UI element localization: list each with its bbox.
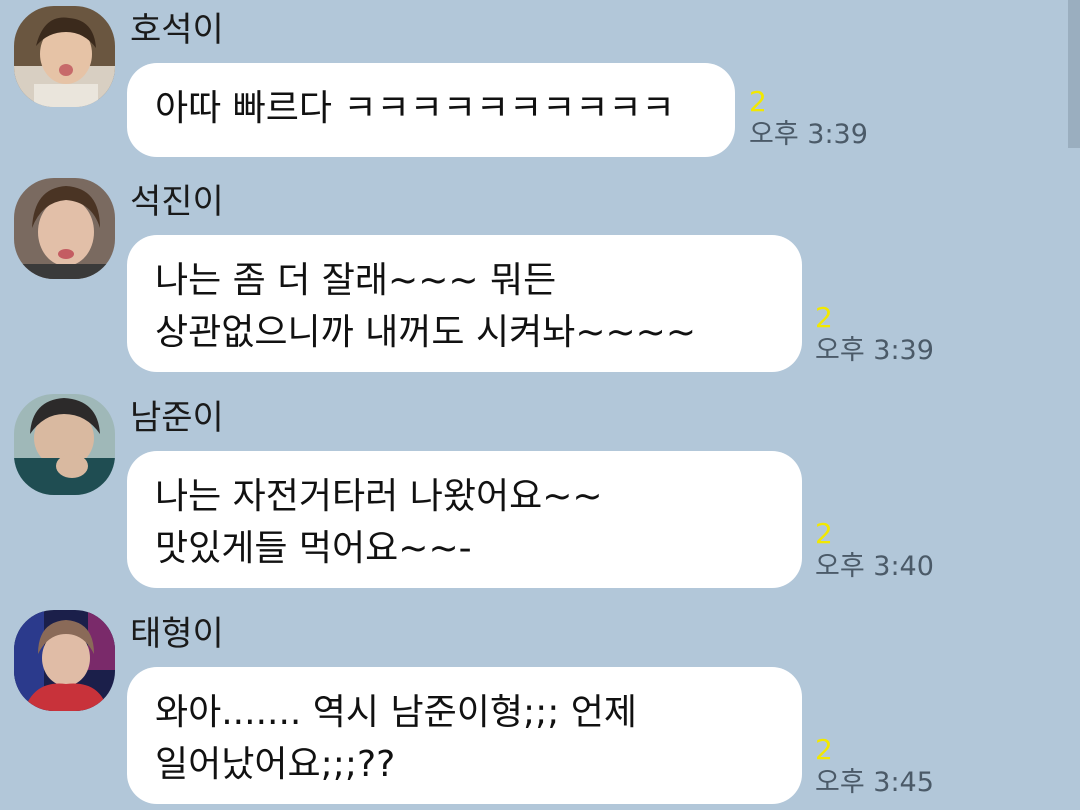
chat-room[interactable]: 호석이 아따 빠르다 ㅋㅋㅋㅋㅋㅋㅋㅋㅋㅋ 2 오후 3:39 석진이 나는 좀…	[0, 0, 1080, 810]
unread-count: 2	[815, 517, 833, 550]
scrollbar[interactable]	[1068, 0, 1080, 148]
message-meta: 2 오후 3:39	[815, 302, 934, 368]
message-text: 나는 자전거타러 나왔어요~~	[155, 476, 603, 517]
avatar[interactable]	[14, 610, 115, 711]
profile-photo-icon	[14, 394, 115, 495]
profile-photo-icon	[14, 610, 115, 711]
message-time: 오후 3:39	[749, 119, 868, 150]
message-item: 태형이 와아....... 역시 남준이형;;; 언제 일어났어요;;;?? 2…	[0, 610, 1060, 810]
sender-name: 태형이	[130, 614, 224, 654]
message-text: 와아....... 역시 남준이형;;; 언제	[155, 692, 638, 733]
message-meta: 2 오후 3:45	[815, 734, 934, 800]
profile-photo-icon	[14, 6, 115, 107]
unread-count: 2	[815, 733, 833, 766]
message-text: 나는 좀 더 잘래~~~ 뭐든	[155, 260, 557, 301]
profile-photo-icon	[14, 178, 115, 279]
sender-name: 호석이	[130, 10, 224, 50]
message-item: 호석이 아따 빠르다 ㅋㅋㅋㅋㅋㅋㅋㅋㅋㅋ 2 오후 3:39	[0, 6, 1060, 157]
avatar[interactable]	[14, 6, 115, 107]
message-bubble[interactable]: 아따 빠르다 ㅋㅋㅋㅋㅋㅋㅋㅋㅋㅋ	[127, 63, 735, 157]
message-bubble[interactable]: 나는 좀 더 잘래~~~ 뭐든 상관없으니까 내꺼도 시켜놔~~~~	[127, 235, 802, 372]
unread-count: 2	[815, 301, 833, 334]
message-text: 일어났어요;;;??	[155, 744, 396, 785]
message-item: 남준이 나는 자전거타러 나왔어요~~ 맛있게들 먹어요~~- 2 오후 3:4…	[0, 394, 1060, 594]
sender-name: 석진이	[130, 182, 224, 222]
message-time: 오후 3:39	[815, 335, 934, 366]
message-time: 오후 3:40	[815, 551, 934, 582]
unread-count: 2	[749, 85, 767, 118]
message-text: 아따 빠르다 ㅋㅋㅋㅋㅋㅋㅋㅋㅋㅋ	[155, 88, 675, 129]
message-bubble[interactable]: 나는 자전거타러 나왔어요~~ 맛있게들 먹어요~~-	[127, 451, 802, 588]
sender-name: 남준이	[130, 398, 224, 438]
message-item: 석진이 나는 좀 더 잘래~~~ 뭐든 상관없으니까 내꺼도 시켜놔~~~~ 2…	[0, 178, 1060, 378]
avatar[interactable]	[14, 178, 115, 279]
message-bubble[interactable]: 와아....... 역시 남준이형;;; 언제 일어났어요;;;??	[127, 667, 802, 804]
message-meta: 2 오후 3:40	[815, 518, 934, 584]
message-text: 맛있게들 먹어요~~-	[155, 528, 472, 569]
message-text: 상관없으니까 내꺼도 시켜놔~~~~	[155, 312, 696, 353]
avatar[interactable]	[14, 394, 115, 495]
message-time: 오후 3:45	[815, 767, 934, 798]
message-meta: 2 오후 3:39	[749, 86, 868, 152]
